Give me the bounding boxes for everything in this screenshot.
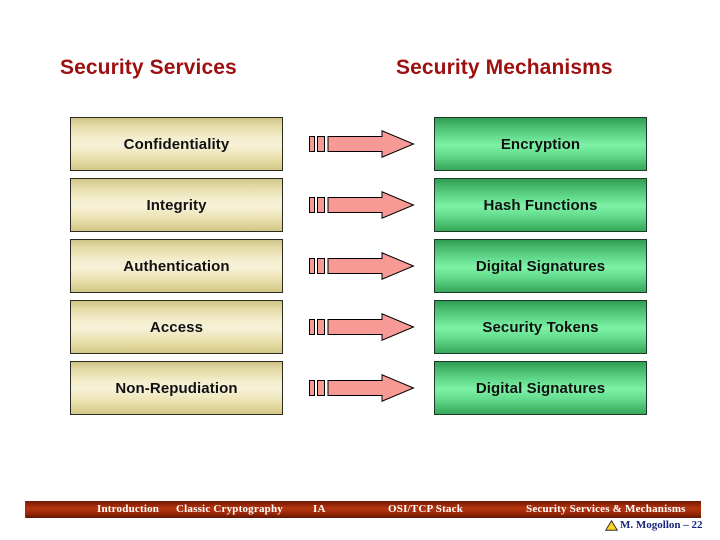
slide-canvas: Security Services Security Mechanisms Co… [0, 0, 720, 540]
mapping-row: Non-Repudiation Digital Signatures [0, 361, 720, 422]
security-mechanism-box[interactable]: Security Tokens [434, 300, 647, 354]
security-service-box[interactable]: Integrity [70, 178, 283, 232]
footer-nav-item[interactable]: Security Services & Mechanisms [526, 502, 686, 517]
right-block-arrow-icon [309, 252, 415, 280]
security-service-box[interactable]: Non-Repudiation [70, 361, 283, 415]
footer-nav: Introduction Classic Cryptography IA OSI/TC… [26, 501, 701, 518]
security-mechanism-box[interactable]: Encryption [434, 117, 647, 171]
security-service-box[interactable]: Confidentiality [70, 117, 283, 171]
right-block-arrow-icon [309, 374, 415, 402]
security-service-box[interactable]: Authentication [70, 239, 283, 293]
page-title-security-mechanisms: Security Mechanisms [396, 56, 613, 79]
mapping-row: Integrity Hash Functions [0, 178, 720, 239]
right-block-arrow-icon [309, 130, 415, 158]
mapping-row: Authentication Digital Signatures [0, 239, 720, 300]
footer-nav-item[interactable]: OSI/TCP Stack [388, 502, 463, 517]
security-mechanism-box[interactable]: Hash Functions [434, 178, 647, 232]
right-block-arrow-icon [309, 313, 415, 341]
mapping-rows: Confidentiality Encryption Integrity Hash F… [0, 117, 720, 422]
footer-bar: Introduction Classic Cryptography IA OSI/TC… [25, 501, 701, 518]
right-block-arrow-icon [309, 191, 415, 219]
mapping-row: Confidentiality Encryption [0, 117, 720, 178]
footer-nav-item[interactable]: Classic Cryptography [176, 502, 283, 517]
mapping-row: Access Security Tokens [0, 300, 720, 361]
security-service-box[interactable]: Access [70, 300, 283, 354]
footer-nav-item[interactable]: IA [313, 502, 326, 517]
security-mechanism-box[interactable]: Digital Signatures [434, 361, 647, 415]
yellow-triangle-icon [604, 519, 619, 531]
author-credit: M. Mogollon – 22 [604, 519, 703, 532]
footer-nav-item[interactable]: Introduction [97, 502, 159, 517]
page-title-security-services: Security Services [60, 56, 237, 79]
security-mechanism-box[interactable]: Digital Signatures [434, 239, 647, 293]
author-name: M. Mogollon – 22 [620, 519, 703, 531]
